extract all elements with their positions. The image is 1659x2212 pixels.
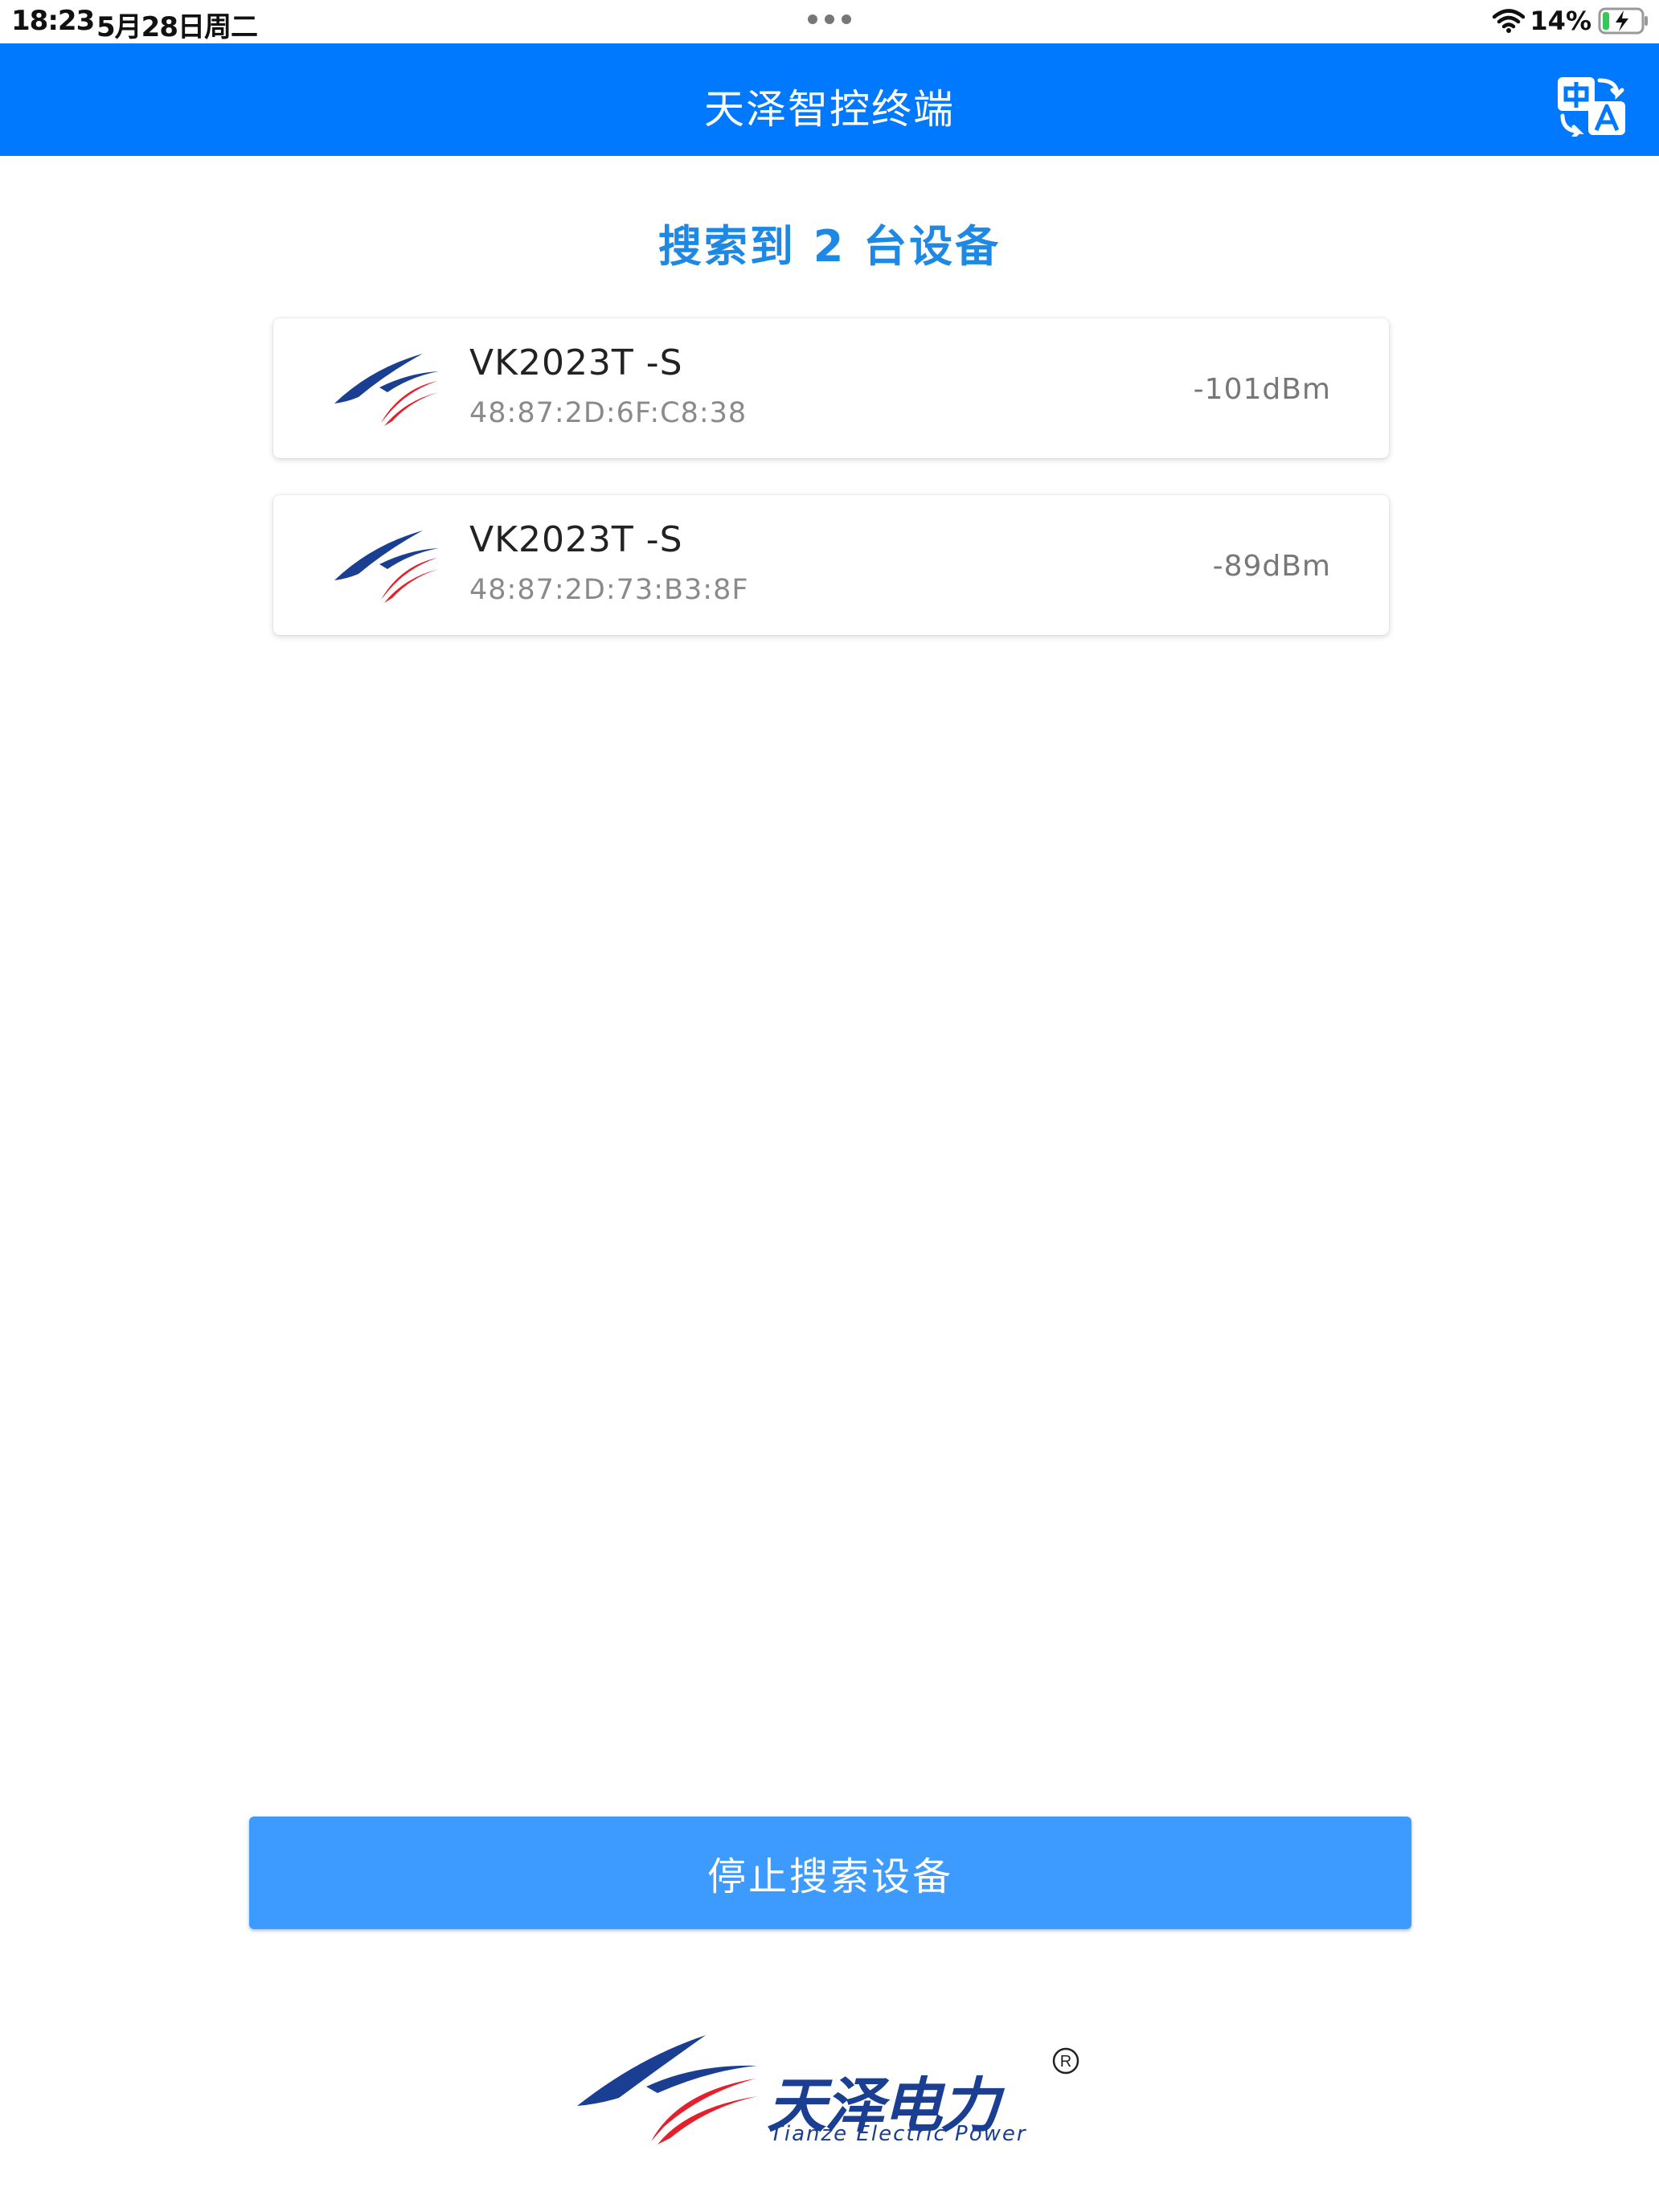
registered-mark-icon: R [1052,2047,1079,2075]
nav-bar: 天泽智控终端 [0,43,1659,156]
device-name: VK2023T -S [469,519,683,560]
status-time: 18:23 [11,5,95,37]
wifi-icon [1493,9,1526,33]
device-name: VK2023T -S [469,342,683,383]
translate-button[interactable] [1556,76,1627,137]
stop-search-button[interactable]: 停止搜索设备 [249,1817,1411,1929]
app-screen: 18:23 5月28日周二 14% 天泽智控终端 搜索到 2 台设备 VK202… [0,0,1659,2212]
device-list: VK2023T -S 48:87:2D:6F:C8:38 -101dBm VK2… [273,318,1389,672]
brand-name-en: Tianze Electric Power [770,2122,1027,2146]
device-mac-address: 48:87:2D:6F:C8:38 [469,397,748,429]
device-mac-address: 48:87:2D:73:B3:8F [469,574,749,606]
status-date: 5月28日周二 [96,11,258,43]
translate-icon [1558,77,1625,137]
status-bar: 18:23 5月28日周二 14% [0,0,1659,43]
page-title: 天泽智控终端 [704,86,955,133]
tianze-logo-icon [331,527,440,604]
battery-charging-icon [1598,7,1648,35]
device-list-item[interactable]: VK2023T -S 48:87:2D:6F:C8:38 -101dBm [273,318,1389,458]
svg-text:R: R [1060,2053,1071,2071]
more-dots-icon[interactable] [807,14,852,25]
device-signal-strength: -89dBm [1212,550,1331,583]
tianze-logo-icon [331,350,440,428]
device-list-item[interactable]: VK2023T -S 48:87:2D:73:B3:8F -89dBm [273,495,1389,635]
brand-logo: 天泽电力 Tianze Electric Power R [574,2034,1088,2146]
status-right: 14% [1493,3,1649,39]
device-signal-strength: -101dBm [1193,373,1331,406]
tianze-logo-icon [574,2034,759,2146]
search-result-heading: 搜索到 2 台设备 [657,221,1002,272]
battery-percent: 14% [1530,6,1591,36]
